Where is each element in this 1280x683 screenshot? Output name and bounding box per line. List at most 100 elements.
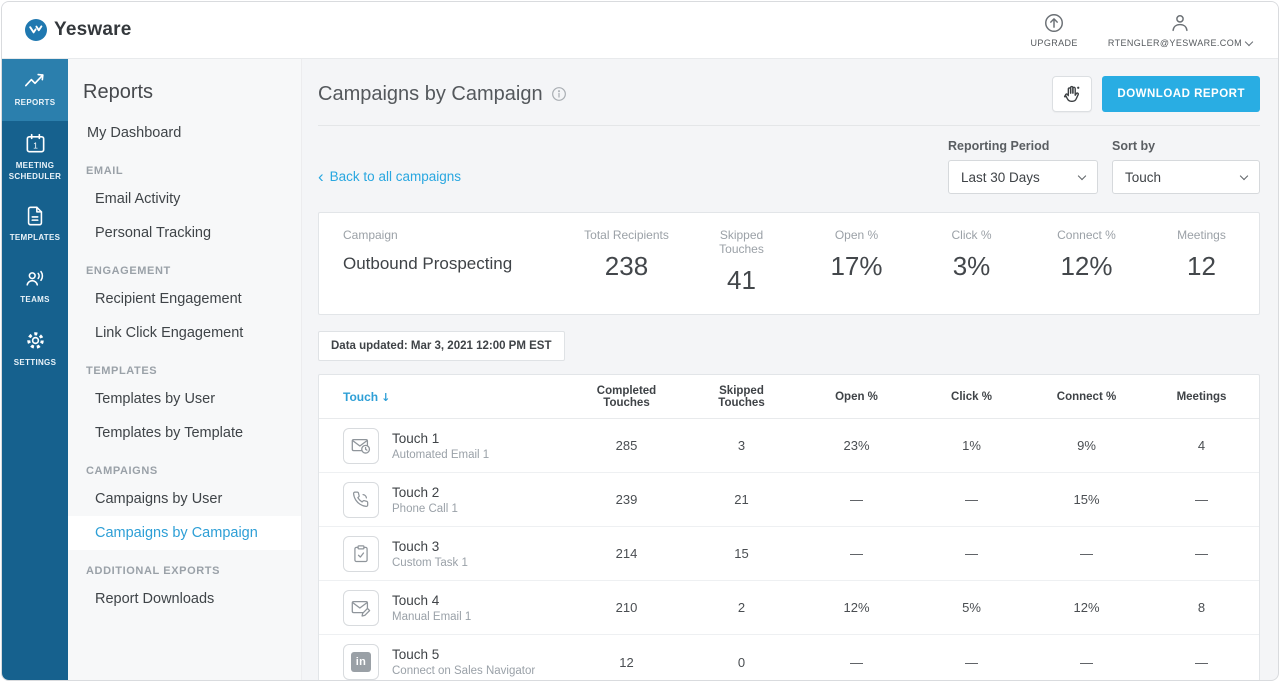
user-icon bbox=[1169, 12, 1191, 34]
cell-click: — bbox=[965, 546, 978, 561]
rail-item-meeting-scheduler[interactable]: 1 MEETING SCHEDULER bbox=[2, 121, 68, 195]
cell-skipped: 3 bbox=[737, 438, 746, 453]
sidebar-section-campaigns: CAMPAIGNS bbox=[86, 465, 158, 477]
upgrade-button[interactable]: UPGRADE bbox=[1031, 12, 1078, 48]
summary-campaign-name: Outbound Prospecting bbox=[343, 254, 513, 273]
sidebar-item-campaigns-by-user[interactable]: Campaigns by User bbox=[68, 482, 301, 516]
cell-completed: 210 bbox=[615, 600, 638, 615]
reporting-period-select[interactable]: Last 30 Days bbox=[948, 160, 1098, 194]
download-report-button[interactable]: DOWNLOAD REPORT bbox=[1102, 76, 1260, 112]
cell-open: 12% bbox=[843, 600, 870, 615]
touch-subtitle: Manual Email 1 bbox=[392, 610, 472, 623]
yesware-logo[interactable]: Yesware bbox=[24, 18, 131, 42]
back-link-label: Back to all campaigns bbox=[329, 169, 461, 184]
cell-click: — bbox=[965, 492, 978, 507]
sort-by-select[interactable]: Touch bbox=[1112, 160, 1260, 194]
app-window: Yesware UPGRADE RTENGLER@YESWARE.COM REP… bbox=[1, 1, 1279, 681]
cell-meetings: — bbox=[1195, 654, 1208, 670]
cell-skipped: 2 bbox=[737, 600, 746, 615]
sidebar-item-campaigns-by-campaign[interactable]: Campaigns by Campaign bbox=[68, 516, 301, 550]
column-header-touch[interactable]: Touch ↓ bbox=[319, 390, 569, 404]
summary-metric-value: 17% bbox=[830, 251, 883, 281]
page-title: Campaigns by Campaign bbox=[318, 82, 543, 105]
reports-chart-icon bbox=[23, 70, 47, 92]
touch-name: Touch 4 bbox=[392, 592, 440, 608]
table-row-touch-2[interactable]: Touch 2 Phone Call 1 239 21 — — 15% — bbox=[319, 473, 1259, 527]
sidebar-item-my-dashboard[interactable]: My Dashboard bbox=[68, 116, 301, 150]
touch-subtitle: Connect on Sales Navigator bbox=[392, 665, 536, 677]
back-to-campaigns-link[interactable]: ‹ Back to all campaigns bbox=[318, 168, 461, 185]
chevron-down-icon bbox=[1239, 171, 1249, 180]
waving-hand-icon bbox=[1061, 83, 1083, 105]
cell-connect: — bbox=[1080, 546, 1093, 561]
cell-meetings: — bbox=[1195, 546, 1208, 561]
column-header-open[interactable]: Open % bbox=[799, 391, 914, 403]
sidebar-item-link-click-engagement[interactable]: Link Click Engagement bbox=[68, 316, 301, 350]
guide-walkthrough-button[interactable] bbox=[1052, 76, 1093, 112]
svg-text:1: 1 bbox=[33, 140, 38, 150]
sidebar-title: Reports bbox=[83, 81, 154, 103]
yesware-logo-icon bbox=[24, 18, 48, 42]
chevron-down-icon bbox=[1077, 171, 1087, 180]
sidebar-item-recipient-engagement[interactable]: Recipient Engagement bbox=[68, 282, 301, 316]
brand-wordmark: Yesware bbox=[54, 19, 132, 40]
cell-skipped: 21 bbox=[734, 492, 749, 507]
touch-name: Touch 1 bbox=[392, 430, 440, 446]
touch-name: Touch 3 bbox=[392, 538, 440, 554]
cell-completed: 239 bbox=[615, 492, 638, 507]
custom-task-icon bbox=[343, 535, 379, 572]
sort-by-label: Sort by bbox=[1112, 139, 1156, 153]
cell-connect: 15% bbox=[1073, 492, 1100, 507]
table-row-touch-3[interactable]: Touch 3 Custom Task 1 214 15 — — — — bbox=[319, 527, 1259, 581]
cell-click: 1% bbox=[962, 438, 981, 453]
sidebar-item-personal-tracking[interactable]: Personal Tracking bbox=[68, 216, 301, 250]
rail-label: TEMPLATES bbox=[9, 233, 61, 243]
chevron-down-icon bbox=[1244, 37, 1254, 46]
cell-completed: 214 bbox=[615, 546, 638, 561]
sidebar-section-templates: TEMPLATES bbox=[86, 365, 158, 377]
main-content: Campaigns by Campaign DOWNLOAD REPORT ‹ … bbox=[302, 59, 1278, 680]
rail-item-templates[interactable]: TEMPLATES bbox=[2, 194, 68, 256]
cell-meetings: 8 bbox=[1197, 600, 1206, 615]
gear-icon bbox=[24, 329, 47, 352]
touch-name: Touch 5 bbox=[392, 647, 440, 662]
sidebar-item-email-activity[interactable]: Email Activity bbox=[68, 182, 301, 216]
rail-label: TEAMS bbox=[20, 295, 50, 305]
sidebar-item-templates-by-template[interactable]: Templates by Template bbox=[68, 416, 301, 450]
cell-connect: — bbox=[1080, 654, 1093, 670]
cell-meetings: 4 bbox=[1197, 438, 1206, 453]
column-header-completed-touches[interactable]: Completed Touches bbox=[569, 385, 684, 409]
account-menu[interactable]: RTENGLER@YESWARE.COM bbox=[1108, 12, 1254, 48]
sidebar-item-templates-by-user[interactable]: Templates by User bbox=[68, 382, 301, 416]
cell-click: — bbox=[965, 654, 978, 670]
summary-metric-label: Click % bbox=[951, 228, 992, 242]
rail-item-teams[interactable]: TEAMS bbox=[2, 256, 68, 318]
column-header-meetings[interactable]: Meetings bbox=[1144, 391, 1259, 403]
table-row-touch-5[interactable]: in Touch 5 Connect on Sales Navigator 12… bbox=[319, 635, 1259, 680]
phone-call-icon bbox=[343, 481, 379, 518]
touch-subtitle: Phone Call 1 bbox=[392, 502, 458, 515]
sidebar-section-email: EMAIL bbox=[86, 165, 124, 177]
column-header-skipped-touches[interactable]: Skipped Touches bbox=[684, 385, 799, 409]
table-row-touch-1[interactable]: Touch 1 Automated Email 1 285 3 23% 1% 9… bbox=[319, 419, 1259, 473]
rail-item-reports[interactable]: REPORTS bbox=[2, 59, 68, 121]
icon-rail: REPORTS 1 MEETING SCHEDULER TEMPLATES TE… bbox=[2, 59, 68, 680]
rail-item-settings[interactable]: SETTINGS bbox=[2, 318, 68, 381]
summary-metric-value: 12 bbox=[1187, 251, 1216, 281]
column-header-connect[interactable]: Connect % bbox=[1029, 391, 1144, 403]
cell-meetings: — bbox=[1195, 492, 1208, 507]
sidebar-item-report-downloads[interactable]: Report Downloads bbox=[68, 582, 301, 616]
sidebar-section-additional-exports: ADDITIONAL EXPORTS bbox=[86, 565, 221, 577]
cell-skipped: 15 bbox=[734, 546, 749, 561]
info-icon[interactable] bbox=[551, 86, 567, 102]
sidebar-section-engagement: ENGAGEMENT bbox=[86, 265, 171, 277]
table-row-touch-4[interactable]: Touch 4 Manual Email 1 210 2 12% 5% 12% … bbox=[319, 581, 1259, 635]
reports-sidebar: Reports My Dashboard EMAIL Email Activit… bbox=[68, 59, 302, 680]
top-header: Yesware UPGRADE RTENGLER@YESWARE.COM bbox=[2, 2, 1278, 59]
column-header-click[interactable]: Click % bbox=[914, 391, 1029, 403]
touch-name: Touch 2 bbox=[392, 484, 440, 500]
touches-table: Touch ↓ Completed Touches Skipped Touches… bbox=[318, 374, 1260, 680]
linkedin-icon: in bbox=[343, 644, 379, 680]
upgrade-icon bbox=[1043, 12, 1065, 34]
cell-skipped: 0 bbox=[737, 654, 746, 670]
